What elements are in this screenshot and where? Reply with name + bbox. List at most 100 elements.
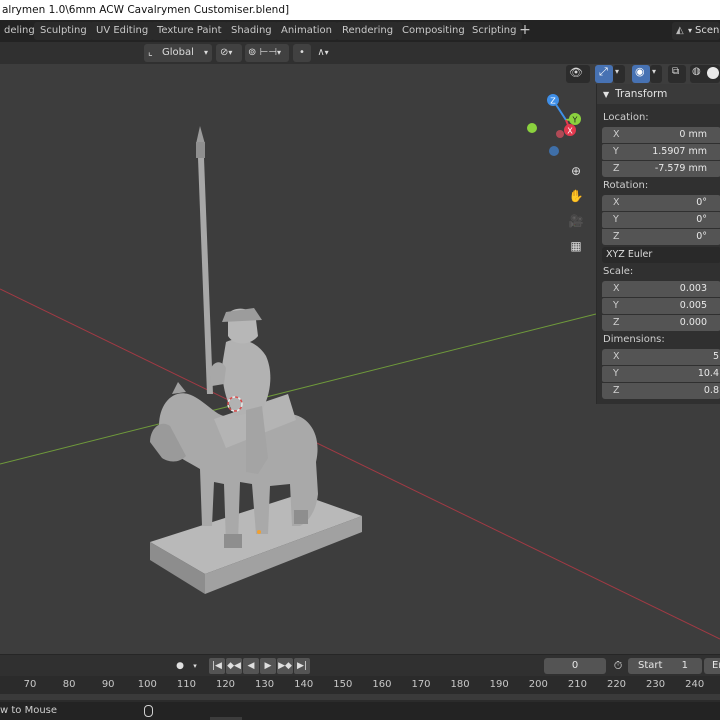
tab-compositing[interactable]: Compositing xyxy=(396,22,471,40)
play-reverse-button[interactable]: ◀ xyxy=(243,658,259,674)
orientation-axes-icon: ⌞ xyxy=(148,47,153,58)
chevron-down-icon: ▾ xyxy=(652,67,657,76)
tab-animation[interactable]: Animation xyxy=(275,22,338,40)
timeline-scrollbar[interactable] xyxy=(0,694,720,700)
location-label: Location: xyxy=(603,112,649,123)
scale-label: Scale: xyxy=(603,266,634,277)
timeline-tick-label: 110 xyxy=(176,679,196,690)
tab-scripting[interactable]: Scripting xyxy=(466,22,523,40)
timeline-tick-label: 130 xyxy=(255,679,275,690)
scale-y-field[interactable]: Y 0.005 xyxy=(602,298,720,314)
chevron-down-icon: ▾ xyxy=(277,48,282,57)
jump-to-end-button[interactable]: ▶| xyxy=(294,658,310,674)
play-button[interactable]: ▶ xyxy=(260,658,276,674)
add-workspace-button[interactable]: + xyxy=(517,22,533,40)
lance-shaft xyxy=(198,158,213,394)
mouse-icon xyxy=(144,705,153,717)
object-visibility-dropdown[interactable]: 👁 xyxy=(566,65,590,83)
timeline-tick-label: 120 xyxy=(215,679,236,690)
timeline-tick-label: 70 xyxy=(23,679,37,690)
start-frame-value: 1 xyxy=(681,660,688,671)
jump-next-keyframe-button[interactable]: ▶◆ xyxy=(277,658,293,674)
timeline-area[interactable]: 70 80 90 100 110 120 130 140 150 160 170 180 190 200 2… xyxy=(0,676,720,702)
dimensions-y-field[interactable]: Y 10.4 xyxy=(602,366,720,382)
jump-prev-keyframe-button[interactable]: ◆◀ xyxy=(226,658,242,674)
transform-sidebar: ▼ Transform Location: X0 mm Y 1.5907 mm Z-… xyxy=(596,84,720,404)
scene-icon: ◭ xyxy=(676,25,684,36)
chevron-down-icon: ▾ xyxy=(324,48,329,57)
tab-rendering[interactable]: Rendering xyxy=(336,22,400,40)
scene-selector[interactable]: ◭ ▾ Scen xyxy=(672,22,720,40)
scale-z-field[interactable]: Z 0.000 xyxy=(602,315,720,331)
start-frame-field[interactable]: Start 1 xyxy=(628,658,702,674)
location-x-field[interactable]: X0 mm xyxy=(602,127,720,143)
snapping-controls[interactable]: ⊚ ⊢⊣▾ xyxy=(245,44,289,62)
status-bar: w to Mouse xyxy=(0,702,720,720)
jump-to-start-button[interactable]: |◀ xyxy=(209,658,225,674)
play-reverse-icon: ◀ xyxy=(247,661,255,671)
dimensions-z-field[interactable]: Z 0.8 xyxy=(602,383,720,399)
jump-start-icon: |◀ xyxy=(212,661,222,671)
timeline-tick-label: 230 xyxy=(646,679,666,690)
location-z-field[interactable]: Z -7.579 mm xyxy=(602,161,720,177)
tab-sculpting[interactable]: Sculpting xyxy=(34,22,93,40)
transform-panel-header[interactable]: ▼ Transform xyxy=(597,84,720,104)
keying-dropdown[interactable]: ▾ xyxy=(190,658,200,674)
pivot-point-dropdown[interactable]: ⊘▾ xyxy=(216,44,242,62)
tab-texture-paint[interactable]: Texture Paint xyxy=(151,22,228,40)
preview-range-toggle[interactable]: ⏱ xyxy=(610,658,626,674)
record-icon: ● xyxy=(176,661,184,671)
keyframe-record-button[interactable]: ● xyxy=(172,658,188,674)
rider-arm xyxy=(210,362,226,386)
chevron-down-icon: ▾ xyxy=(615,67,620,76)
scale-x-field[interactable]: X 0.003 xyxy=(602,281,720,297)
location-y-field[interactable]: Y 1.5907 mm xyxy=(602,144,720,160)
rotation-mode-dropdown[interactable]: XYZ Euler xyxy=(602,247,720,263)
shading-mode-buttons[interactable]: ◍ xyxy=(690,65,720,83)
overlays-toggle[interactable]: ◉ xyxy=(632,65,650,83)
proportional-falloff-dropdown[interactable]: ∧▾ xyxy=(312,44,334,62)
gizmo-toggle[interactable]: ⤢ xyxy=(595,65,613,83)
timeline-tick-label: 200 xyxy=(528,679,548,690)
timeline-tick-label: 90 xyxy=(101,679,115,690)
timeline-tick-label: 150 xyxy=(333,679,353,690)
hand-icon: ✋ xyxy=(568,189,584,203)
dimensions-x-field[interactable]: X5 xyxy=(602,349,720,365)
timeline-tick-label: 80 xyxy=(62,679,76,690)
timeline-tick-label: 220 xyxy=(606,679,627,690)
snap-icon: ⊚ xyxy=(248,47,257,58)
falloff-curve-icon: ∧ xyxy=(317,47,325,58)
zoom-tool[interactable]: ⊕ xyxy=(565,160,587,182)
perspective-toggle[interactable]: ▦ xyxy=(565,235,587,257)
wireframe-shading-icon: ◍ xyxy=(692,66,701,77)
proportional-editing-icon: • xyxy=(299,47,305,58)
dimensions-label: Dimensions: xyxy=(603,334,665,345)
zoom-icon: ⊕ xyxy=(570,164,582,178)
proportional-editing-toggle[interactable]: • xyxy=(293,44,311,62)
gizmo-dropdown[interactable]: ▾ xyxy=(613,65,625,83)
chevron-down-icon: ▾ xyxy=(193,662,197,670)
transform-orientation-dropdown[interactable]: ⌞ Global ▾ xyxy=(144,44,212,62)
pan-tool[interactable]: ✋ xyxy=(565,185,587,207)
rotation-y-field[interactable]: Y 0° xyxy=(602,212,720,228)
start-frame-label: Start xyxy=(638,660,663,671)
rotation-x-field[interactable]: X 0° xyxy=(602,195,720,211)
end-frame-field[interactable]: En xyxy=(704,658,720,674)
current-frame-field[interactable]: 0 xyxy=(544,658,606,674)
overlays-dropdown[interactable]: ▾ xyxy=(650,65,662,83)
timeline-tick-label: 100 xyxy=(137,679,157,690)
rotation-z-field[interactable]: Z 0° xyxy=(602,229,720,245)
timeline-tick-label: 170 xyxy=(411,679,431,690)
camera-view-tool[interactable]: 🎥 xyxy=(565,210,587,232)
xray-toggle[interactable]: ⧉ xyxy=(668,65,686,83)
scene-name: Scen xyxy=(695,25,720,36)
lance-tip xyxy=(196,126,205,144)
tab-shading[interactable]: Shading xyxy=(225,22,278,40)
next-keyframe-icon: ▶◆ xyxy=(278,661,292,671)
transform-panel-title: Transform xyxy=(615,88,668,100)
prev-keyframe-icon: ◆◀ xyxy=(227,661,241,671)
rider-torso xyxy=(222,339,271,416)
timeline-header: ● ▾ |◀ ◆◀ ◀ ▶ ▶◆ ▶| 0 ⏱ Start 1 En xyxy=(0,654,720,676)
camera-icon: 🎥 xyxy=(568,214,584,228)
tab-uv-editing[interactable]: UV Editing xyxy=(90,22,155,40)
